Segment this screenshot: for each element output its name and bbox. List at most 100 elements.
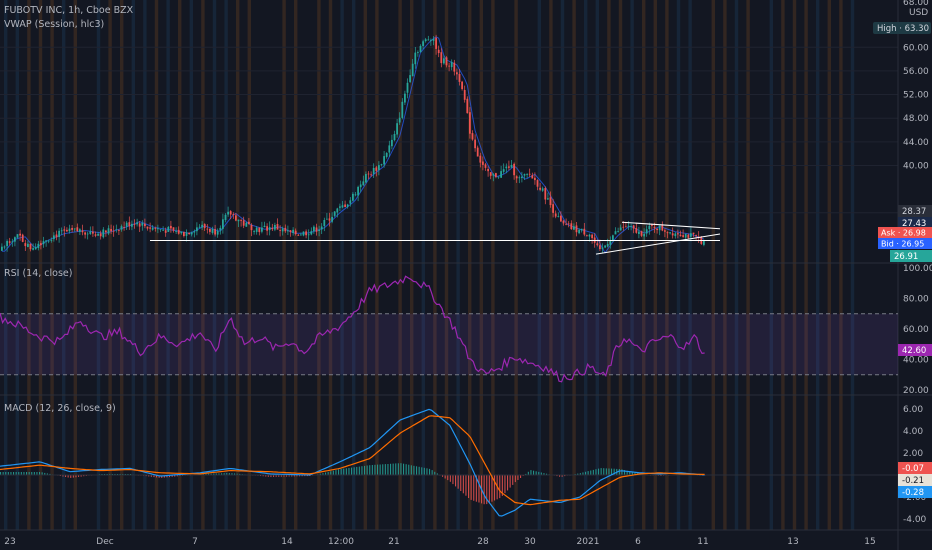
session-stripe (572, 0, 576, 530)
candle-body (141, 222, 144, 226)
candle-body (274, 225, 276, 230)
candle-body (14, 237, 16, 242)
macd-histogram-bar (397, 463, 399, 475)
session-stripe (131, 0, 135, 530)
candle-body (479, 155, 482, 163)
macd-histogram-bar (600, 468, 602, 475)
rsi-tick-label: 60.00 (903, 325, 929, 335)
candle-body (237, 219, 240, 222)
candle-body (378, 165, 380, 170)
candle-body (131, 223, 133, 227)
macd-histogram-bar (462, 475, 464, 494)
session-stripe (317, 0, 321, 530)
macd-histogram-bar (351, 467, 353, 475)
svg-text:-0.21: -0.21 (902, 476, 924, 486)
candle-body (1, 246, 3, 251)
macd-histogram-bar (608, 468, 610, 475)
candle-body (287, 230, 289, 232)
candle-body (684, 233, 687, 238)
candle-body (656, 228, 658, 230)
vwap-legend[interactable]: VWAP (Session, hlc3) (4, 19, 104, 30)
macd-histogram-bar (444, 475, 446, 479)
session-stripe (143, 0, 147, 530)
time-tick-label: 30 (524, 537, 536, 547)
time-tick-label: 12:00 (328, 537, 354, 547)
macd-histogram-bar (488, 475, 490, 503)
candle-body (112, 230, 115, 232)
svg-text:Ask · 26.98: Ask · 26.98 (881, 229, 926, 238)
candle-body (333, 211, 336, 216)
candle-body (198, 226, 201, 228)
candle-body (154, 228, 157, 229)
session-stripe (96, 0, 101, 530)
candle-body (463, 90, 466, 100)
chart-svg[interactable]: 60.0056.0052.0048.0044.0040.0032.00 100.… (0, 0, 932, 550)
session-stripe (108, 0, 112, 530)
candle-body (487, 169, 489, 172)
candle-body (313, 226, 315, 232)
candle-body (336, 208, 339, 213)
candle-body (245, 222, 248, 227)
candle-body (235, 215, 237, 221)
candle-body (424, 39, 427, 42)
session-stripe (595, 0, 599, 530)
macd-histogram-bar (405, 464, 407, 475)
macd-histogram-bar (403, 463, 405, 475)
svg-text:42.60: 42.60 (902, 346, 926, 356)
candle-body (188, 232, 190, 234)
candle-body (692, 232, 695, 235)
candle-body (526, 174, 528, 175)
candle-body (281, 228, 284, 232)
candle-body (398, 117, 401, 123)
session-stripe (444, 0, 449, 530)
rsi-tick-label: 80.00 (903, 295, 929, 305)
chart-root[interactable]: 60.0056.0052.0048.0044.0040.0032.00 100.… (0, 0, 932, 550)
session-stripe (630, 0, 634, 530)
candle-body (539, 187, 541, 190)
candle-body (183, 231, 185, 236)
macd-histogram-bar (470, 475, 472, 500)
candle-body (578, 229, 580, 234)
macd-histogram-bar (356, 466, 358, 475)
candle-body (560, 215, 562, 222)
session-stripe (50, 0, 54, 530)
candle-body (474, 139, 476, 149)
candle-body (380, 164, 383, 165)
candle-body (430, 40, 432, 41)
macd-legend[interactable]: MACD (12, 26, close, 9) (4, 403, 116, 414)
session-stripe (734, 0, 739, 530)
symbol-title[interactable]: FUBOTV INC, 1h, Cboe BZX (4, 5, 134, 16)
candle-body (123, 227, 125, 228)
candle-body (146, 226, 149, 229)
macd-histogram-bar (382, 464, 384, 475)
candle-body (86, 233, 89, 235)
session-stripe (15, 0, 19, 530)
candle-body (211, 229, 214, 233)
candle-body (310, 231, 313, 235)
candle-body (513, 163, 515, 176)
candle-body (552, 204, 554, 213)
candle-body (365, 174, 367, 183)
candle-body (40, 243, 42, 246)
session-stripe (433, 0, 437, 530)
candle-body (573, 226, 575, 230)
macd-histogram-bar (517, 475, 519, 480)
candle-body (619, 227, 622, 231)
session-stripe (201, 0, 205, 530)
session-stripe (166, 0, 170, 530)
rsi-legend[interactable]: RSI (14, close) (4, 268, 72, 279)
candle-body (300, 234, 302, 236)
macd-histogram-bar (421, 467, 423, 475)
time-tick-label: 11 (697, 537, 708, 547)
candle-body (297, 234, 300, 236)
candle-body (180, 231, 183, 234)
candle-body (515, 176, 518, 179)
candle-body (138, 223, 141, 227)
macd-histogram-bar (504, 475, 506, 494)
candle-body (253, 231, 255, 232)
candle-body (149, 227, 151, 229)
candle-body (144, 223, 146, 227)
candle-body (580, 228, 583, 231)
candle-body (471, 133, 474, 140)
macd-histogram-bar (392, 463, 394, 475)
